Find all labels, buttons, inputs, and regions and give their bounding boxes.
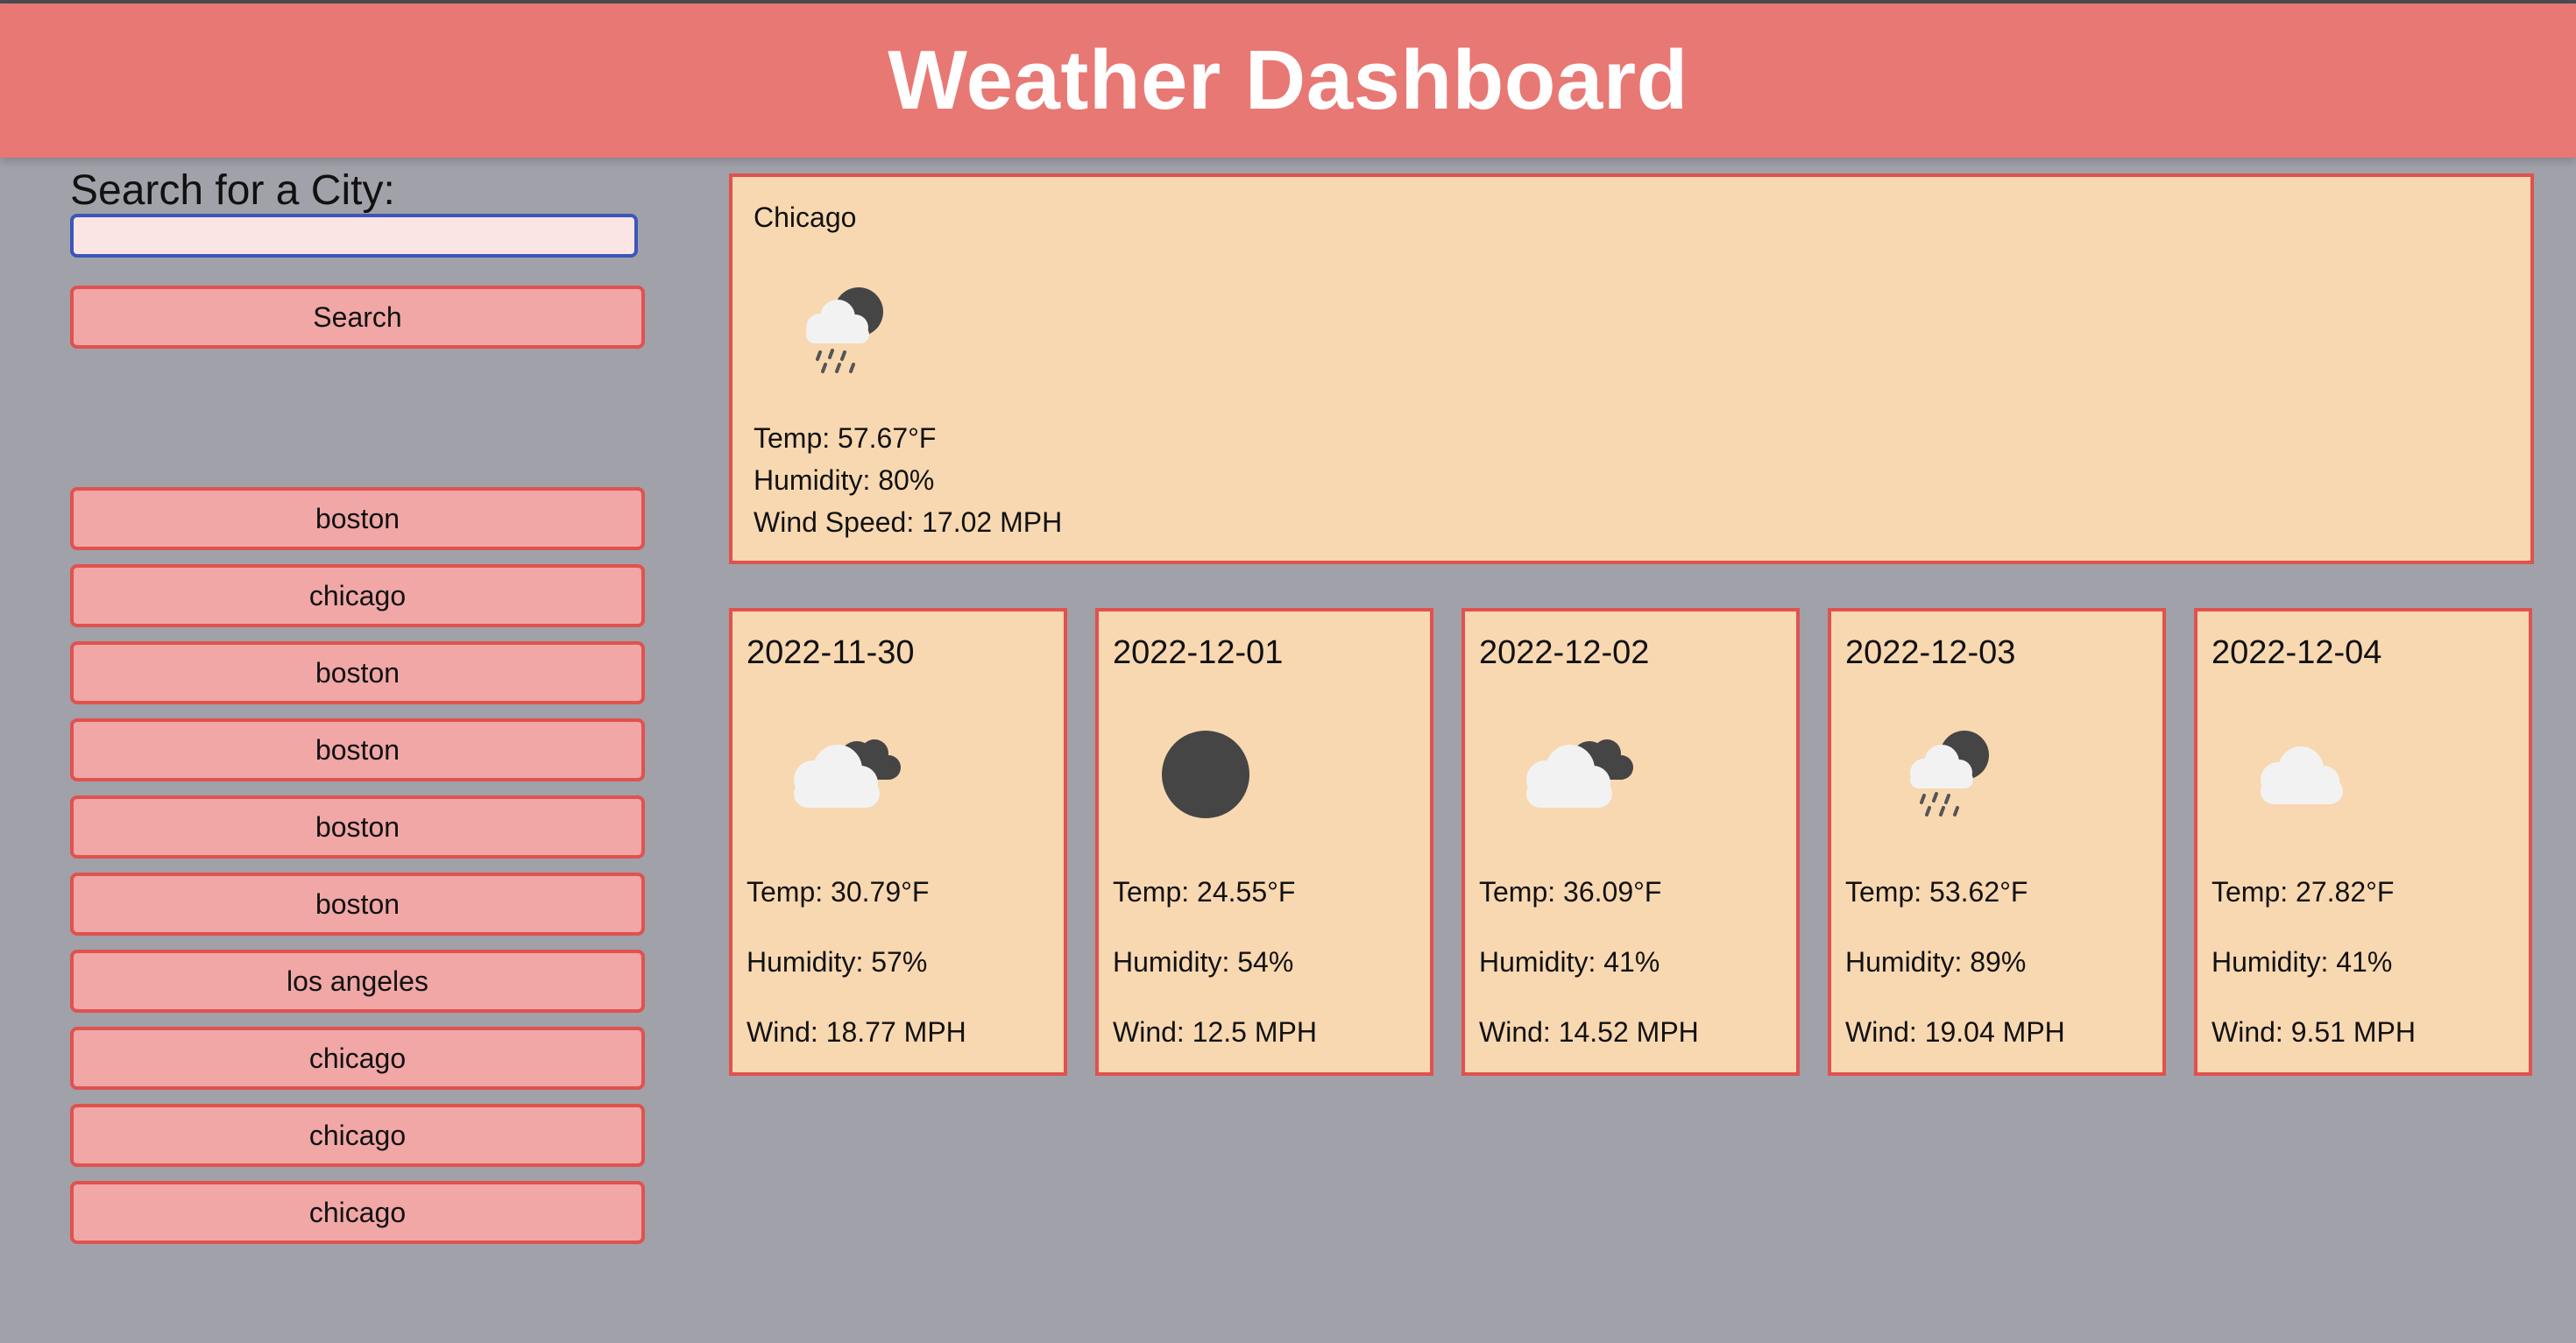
history-button[interactable]: boston (70, 641, 645, 704)
forecast-date: 2022-12-01 (1113, 634, 1284, 671)
current-weather-card: Chicago Temp: 57.67°F Humidity: 80% Wind… (729, 173, 2534, 564)
forecast-date: 2022-12-02 (1479, 634, 1650, 671)
forecast-date: 2022-12-03 (1845, 634, 2016, 671)
forecast-card: 2022-12-01 Temp: 24.55°F Humidity: 54% W… (1095, 608, 1433, 1076)
forecast-temp: Temp: 36.09°F (1479, 876, 1662, 908)
current-city-name: Chicago (754, 201, 857, 233)
forecast-card: 2022-12-03 Temp: 53.62°F Humidity: 89% W… (1828, 608, 2166, 1076)
current-humidity: Humidity: 80% (754, 464, 935, 496)
forecast-humidity: Humidity: 41% (2212, 946, 2393, 978)
forecast-card: 2022-11-30 Temp: 30.79°F Humidity: 57% W… (729, 608, 1067, 1076)
history-button[interactable]: chicago (70, 1027, 645, 1090)
forecast-card: 2022-12-02 Temp: 36.09°F Humidity: 41% W… (1461, 608, 1800, 1076)
history-button[interactable]: chicago (70, 1104, 645, 1167)
forecast-wind: Wind: 19.04 MPH (1845, 1016, 2065, 1048)
forecast-humidity: Humidity: 57% (747, 946, 928, 978)
forecast-temp: Temp: 30.79°F (747, 876, 930, 908)
forecast-wind: Wind: 14.52 MPH (1479, 1016, 1699, 1048)
forecast-humidity: Humidity: 89% (1845, 946, 2027, 978)
cloud-icon (2238, 708, 2378, 831)
clear-night-icon (1139, 708, 1279, 831)
broken-clouds-night-icon (773, 708, 913, 831)
forecast-wind: Wind: 18.77 MPH (747, 1016, 966, 1048)
page-header: Weather Dashboard (0, 4, 2576, 158)
search-input[interactable] (70, 214, 638, 258)
history-button[interactable]: boston (70, 487, 645, 550)
forecast-temp: Temp: 24.55°F (1113, 876, 1296, 908)
search-button[interactable]: Search (70, 286, 645, 349)
current-wind: Wind Speed: 17.02 MPH (754, 506, 1063, 538)
broken-clouds-night-icon (1505, 708, 1645, 831)
forecast-date: 2022-12-04 (2212, 634, 2382, 671)
history-button[interactable]: boston (70, 718, 645, 781)
history-button[interactable]: chicago (70, 1181, 645, 1244)
current-temp: Temp: 57.67°F (754, 422, 937, 454)
history-button[interactable]: los angeles (70, 950, 645, 1013)
forecast-card: 2022-12-04 Temp: 27.82°F Humidity: 41% W… (2194, 608, 2532, 1076)
forecast-humidity: Humidity: 54% (1113, 946, 1294, 978)
forecast-humidity: Humidity: 41% (1479, 946, 1660, 978)
history-button[interactable]: chicago (70, 564, 645, 627)
forecast-temp: Temp: 27.82°F (2212, 876, 2395, 908)
rain-cloud-night-icon (785, 273, 899, 387)
forecast-temp: Temp: 53.62°F (1845, 876, 2028, 908)
search-label: Search for a City: (70, 167, 395, 214)
forecast-wind: Wind: 12.5 MPH (1113, 1016, 1317, 1048)
history-button[interactable]: boston (70, 873, 645, 936)
history-button[interactable]: boston (70, 795, 645, 859)
rain-cloud-night-icon (1872, 708, 2012, 831)
forecast-date: 2022-11-30 (747, 634, 915, 671)
forecast-wind: Wind: 9.51 MPH (2212, 1016, 2416, 1048)
page-title: Weather Dashboard (888, 33, 1688, 127)
